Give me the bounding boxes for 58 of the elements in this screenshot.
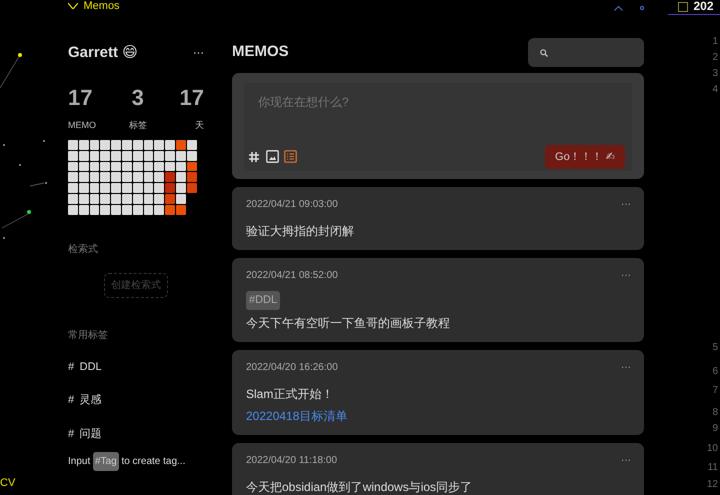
hashtag-icon[interactable] — [248, 150, 260, 163]
line-number: 4 — [711, 85, 719, 95]
memo-text: 今天下午有空听一下鱼哥的画板子教程 — [246, 314, 451, 332]
hash-icon: # — [68, 358, 74, 376]
stat-label: MEMO — [68, 118, 96, 132]
tag-link[interactable]: 灵感 — [80, 392, 102, 409]
memo-text: 验证大拇指的封闭解 — [246, 223, 355, 240]
hash-icon: # — [68, 392, 74, 409]
user-name: Garrett 😄 — [68, 43, 138, 63]
line-number: 8 — [711, 408, 719, 418]
section-heading: 常用标签 — [68, 328, 109, 343]
page-title: MEMOS — [232, 42, 289, 62]
memo-text: Slam正式开始！ — [246, 386, 334, 402]
more-button[interactable]: ··· — [193, 45, 204, 62]
tab-title[interactable]: 202 — [694, 0, 714, 13]
section-heading: 检索式 — [68, 242, 99, 257]
dot-icon — [640, 6, 644, 10]
tag-link[interactable]: DDL — [80, 358, 102, 376]
line-number: 3 — [711, 69, 719, 79]
memo-link[interactable]: 20220418目标清单 — [246, 406, 348, 424]
submit-button[interactable]: Go！！！ ✍ — [545, 144, 625, 169]
line-number: 6 — [711, 367, 719, 377]
line-number: 7 — [711, 386, 719, 396]
search-field[interactable] — [528, 38, 644, 67]
stat-value: 17 — [180, 86, 204, 108]
image-icon[interactable] — [266, 150, 278, 164]
line-number: 5 — [711, 343, 719, 353]
search-icon — [540, 48, 548, 56]
stat-label: 标签 — [128, 118, 147, 132]
more-button[interactable]: ··· — [621, 360, 631, 374]
hash-icon: # — [68, 426, 74, 442]
line-number: 11 — [706, 463, 719, 473]
memo-timestamp: 2022/04/21 09:03:00 — [246, 198, 338, 212]
hint-text: to create tag... — [121, 455, 186, 470]
tag-link[interactable]: 问题 — [80, 426, 102, 442]
hint-text: Input — [68, 455, 90, 470]
list-icon[interactable] — [284, 150, 297, 164]
more-button[interactable]: ··· — [621, 268, 631, 283]
stat-label: 天 — [194, 118, 204, 132]
memo-timestamp: 2022/04/20 11:18:00 — [246, 454, 338, 468]
file-icon — [678, 2, 688, 12]
chevron-up-icon[interactable] — [614, 6, 623, 11]
line-number: 10 — [706, 444, 719, 454]
more-button[interactable]: ··· — [621, 197, 631, 212]
line-number: 2 — [711, 53, 719, 63]
memo-timestamp: 2022/04/20 16:26:00 — [246, 360, 338, 374]
memo-editor[interactable]: 你现在在想什么? Go！！！ ✍ — [244, 83, 632, 171]
line-number: 9 — [711, 424, 719, 434]
tag-example: #Tag — [93, 452, 119, 472]
memo-timestamp: 2022/04/21 08:52:00 — [246, 269, 338, 283]
memo-text: 今天把obsidian做到了windows与ios同步了 — [246, 479, 474, 495]
stat-value: 17 — [68, 86, 92, 108]
line-number: 1 — [711, 37, 719, 47]
app-title: Memos — [84, 0, 120, 12]
stat-value: 3 — [132, 86, 144, 108]
more-button[interactable]: ··· — [621, 453, 631, 468]
graph-node-label: CV — [0, 476, 16, 490]
line-number: 12 — [706, 480, 719, 490]
